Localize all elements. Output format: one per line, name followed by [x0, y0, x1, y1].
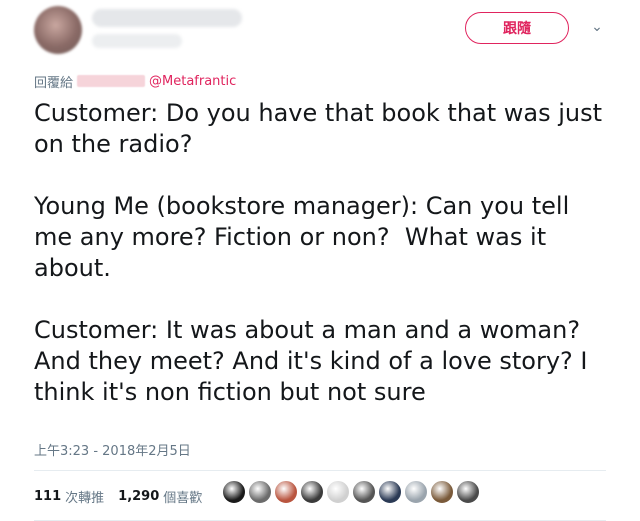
redacted-mention — [77, 75, 146, 87]
tweet-text: Customer: Do you have that book that was… — [34, 99, 603, 406]
author-handle-redacted[interactable] — [92, 34, 182, 48]
liker-avatar[interactable] — [352, 480, 376, 504]
retweets-stat[interactable]: 111 次轉推 — [34, 487, 104, 506]
mention-link[interactable]: @Metafrantic — [149, 74, 236, 89]
author-avatar[interactable] — [34, 6, 82, 54]
liker-avatar[interactable] — [326, 480, 350, 504]
liker-avatar[interactable] — [222, 480, 246, 504]
divider — [34, 470, 606, 471]
reply-prefix: 回覆給 — [34, 75, 74, 91]
liker-avatar[interactable] — [248, 480, 272, 504]
liker-avatar[interactable] — [430, 480, 454, 504]
follow-button[interactable]: 跟隨 — [465, 12, 569, 44]
liker-avatar[interactable] — [274, 480, 298, 504]
likes-count: 1,290 — [118, 488, 160, 504]
retweets-count: 111 — [34, 488, 62, 504]
liker-avatar[interactable] — [456, 480, 480, 504]
tweet-stats: 111 次轉推 1,290 個喜歡 — [34, 486, 216, 506]
tweet-header: 跟隨 ⌄ — [0, 0, 640, 70]
retweets-label: 次轉推 — [65, 490, 105, 506]
liker-avatar[interactable] — [404, 480, 428, 504]
reply-to-line: 回覆給 @Metafrantic — [34, 72, 236, 91]
liker-avatar[interactable] — [378, 480, 402, 504]
likes-label: 個喜歡 — [163, 490, 203, 506]
liker-avatar[interactable] — [300, 480, 324, 504]
tweet-timestamp[interactable]: 上午3:23 - 2018年2月5日 — [34, 440, 191, 459]
likes-stat[interactable]: 1,290 個喜歡 — [118, 487, 202, 506]
author-name-redacted[interactable] — [92, 9, 242, 27]
liker-avatars — [222, 480, 482, 504]
chevron-down-icon[interactable]: ⌄ — [588, 18, 606, 36]
